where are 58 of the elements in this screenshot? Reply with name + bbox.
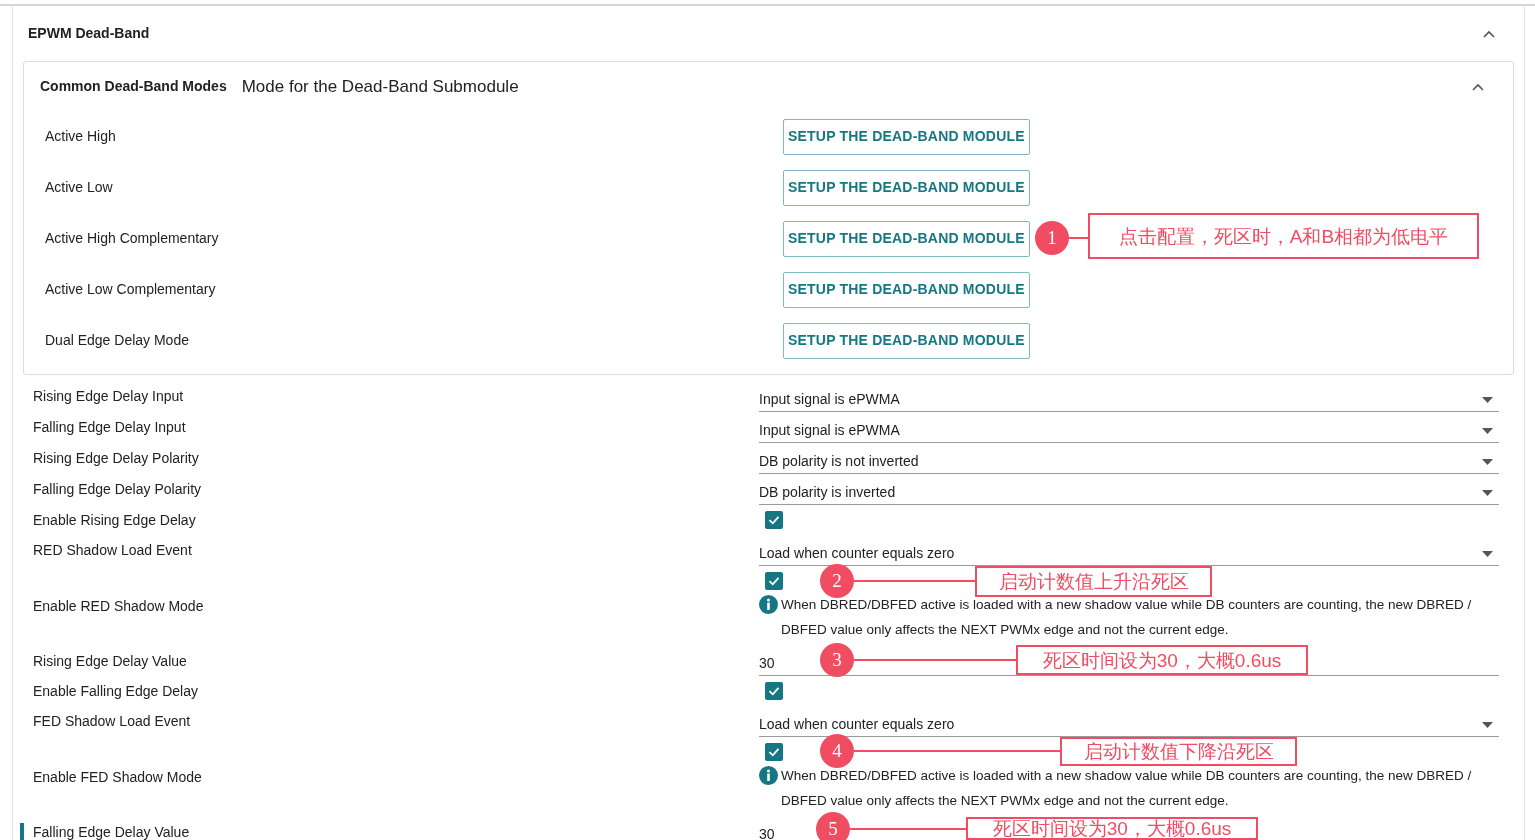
setting-label: Enable Falling Edge Delay (32, 681, 199, 701)
info-icon (759, 766, 778, 785)
panel-title: EPWM Dead-Band (28, 24, 150, 43)
setting-label: Rising Edge Delay Polarity (32, 449, 200, 468)
setting-label: FED Shadow Load Event (32, 712, 192, 731)
callout-number: 3 (820, 643, 854, 677)
setting-label: Rising Edge Delay Value (32, 651, 188, 671)
setting-label: Enable RED Shadow Mode (32, 596, 205, 616)
mode-label: Active High Complementary (45, 229, 220, 248)
card-title: Common Dead-Band Modes (40, 77, 227, 96)
chevron-up-icon[interactable] (1482, 29, 1496, 38)
dropdown[interactable]: DB polarity is not inverted (759, 443, 1499, 474)
mode-label: Active Low (45, 178, 114, 197)
callout-box: 死区时间设为30，大概0.6us (1016, 645, 1308, 675)
setup-button[interactable]: SETUP THE DEAD-BAND MODULE (783, 271, 1030, 308)
dropdown-caret-icon (1482, 551, 1493, 557)
info-text: When DBRED/DBFED active is loaded with a new shadow value while DB counters are counting, the new DBRED / DBFED value only affects the NEXT PWMx edge and not the current edge. (781, 767, 1473, 810)
leader-line (1069, 237, 1088, 239)
callout-box: 点击配置，死区时，A和B相都为低电平 (1088, 213, 1479, 259)
setting-label: Enable FED Shadow Mode (32, 767, 203, 787)
mode-label: Active High (45, 127, 117, 146)
setting-label: Falling Edge Delay Polarity (32, 480, 203, 499)
mode-label: Dual Edge Delay Mode (45, 331, 190, 350)
checkbox[interactable] (765, 511, 783, 529)
setup-button[interactable]: SETUP THE DEAD-BAND MODULE (783, 169, 1030, 206)
dropdown[interactable]: DB polarity is inverted (759, 474, 1499, 505)
chevron-up-icon[interactable] (1471, 82, 1485, 91)
setting-label: Falling Edge Delay Value (32, 822, 191, 840)
checkbox[interactable] (765, 682, 783, 700)
setting-label: RED Shadow Load Event (32, 541, 193, 560)
dropdown[interactable]: Load when counter equals zero (759, 535, 1499, 566)
dropdown-caret-icon (1482, 722, 1493, 728)
callout-box: 死区时间设为30，大概0.6us (966, 817, 1258, 840)
dropdown-caret-icon (1482, 428, 1493, 434)
setting-label: Rising Edge Delay Input (32, 387, 185, 406)
callout-box: 启动计数值上升沿死区 (975, 566, 1212, 597)
setting-label: Falling Edge Delay Input (32, 418, 187, 437)
dropdown-caret-icon (1482, 397, 1493, 403)
setup-button[interactable]: SETUP THE DEAD-BAND MODULE (783, 322, 1030, 359)
dropdown-caret-icon (1482, 490, 1493, 496)
callout-number: 4 (820, 734, 854, 768)
checkbox[interactable] (765, 743, 783, 761)
mode-label: Active Low Complementary (45, 280, 217, 299)
card-description: Mode for the Dead-Band Submodule (241, 75, 519, 98)
callout-number: 2 (820, 564, 854, 598)
setting-label: Enable Rising Edge Delay (32, 510, 197, 530)
dropdown[interactable]: Input signal is ePWMA (759, 412, 1499, 443)
callout-box: 启动计数值下降沿死区 (1060, 737, 1297, 766)
setup-button[interactable]: SETUP THE DEAD-BAND MODULE (783, 118, 1030, 155)
dropdown[interactable]: Input signal is ePWMA (759, 381, 1499, 412)
callout-number: 5 (816, 812, 850, 840)
dropdown-caret-icon (1482, 459, 1493, 465)
checkbox[interactable] (765, 572, 783, 590)
dropdown[interactable]: Load when counter equals zero (759, 706, 1499, 737)
info-text: When DBRED/DBFED active is loaded with a new shadow value while DB counters are counting, the new DBRED / DBFED value only affects the NEXT PWMx edge and not the current edge. (781, 596, 1473, 639)
setup-button[interactable]: SETUP THE DEAD-BAND MODULE (783, 220, 1030, 257)
callout-number: 1 (1035, 221, 1069, 255)
info-icon (759, 595, 778, 614)
